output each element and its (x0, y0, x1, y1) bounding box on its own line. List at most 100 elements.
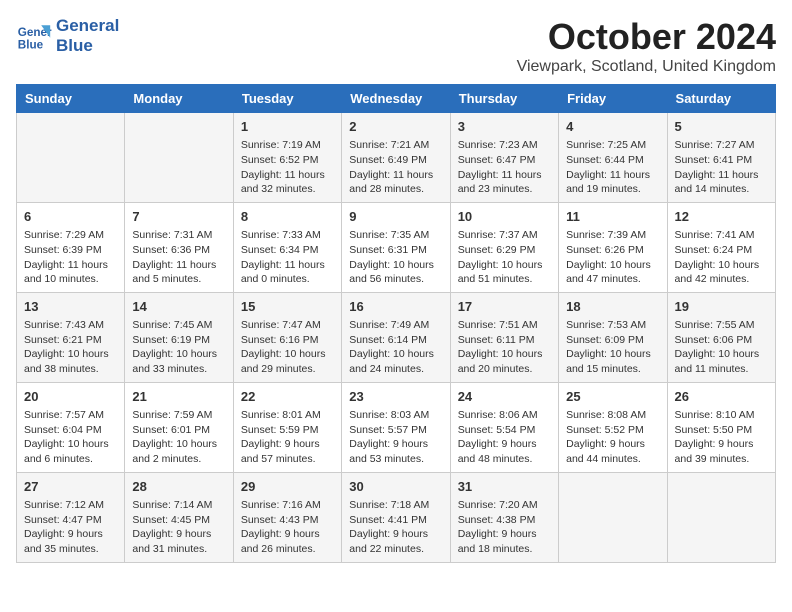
day-content: Sunrise: 7:45 AMSunset: 6:19 PMDaylight:… (132, 318, 225, 377)
day-content: Sunrise: 8:06 AMSunset: 5:54 PMDaylight:… (458, 408, 551, 467)
day-number: 4 (566, 118, 659, 136)
cell-0-5: 4Sunrise: 7:25 AMSunset: 6:44 PMDaylight… (559, 113, 667, 203)
header-sunday: Sunday (17, 85, 125, 113)
day-number: 8 (241, 208, 334, 226)
day-content: Sunrise: 7:18 AMSunset: 4:41 PMDaylight:… (349, 498, 442, 557)
cell-1-1: 7Sunrise: 7:31 AMSunset: 6:36 PMDaylight… (125, 202, 233, 292)
day-content: Sunrise: 7:12 AMSunset: 4:47 PMDaylight:… (24, 498, 117, 557)
calendar-header: SundayMondayTuesdayWednesdayThursdayFrid… (17, 85, 776, 113)
cell-1-3: 9Sunrise: 7:35 AMSunset: 6:31 PMDaylight… (342, 202, 450, 292)
cell-1-0: 6Sunrise: 7:29 AMSunset: 6:39 PMDaylight… (17, 202, 125, 292)
cell-4-3: 30 Sunrise: 7:18 AMSunset: 4:41 PMDayligh… (342, 472, 450, 562)
day-number: 30 (349, 478, 442, 496)
day-content: Sunrise: 8:10 AMSunset: 5:50 PMDaylight:… (675, 408, 768, 467)
cell-1-4: 10 Sunrise: 7:37 AMSunset: 6:29 PMDayligh… (450, 202, 558, 292)
day-content: Sunrise: 7:35 AMSunset: 6:31 PMDaylight:… (349, 228, 442, 287)
svg-text:Blue: Blue (18, 38, 44, 51)
cell-4-5 (559, 472, 667, 562)
day-number: 5 (675, 118, 768, 136)
cell-4-6 (667, 472, 775, 562)
day-content: Sunrise: 8:01 AMSunset: 5:59 PMDaylight:… (241, 408, 334, 467)
day-number: 23 (349, 388, 442, 406)
day-number: 10 (458, 208, 551, 226)
day-content: Sunrise: 7:53 AMSunset: 6:09 PMDaylight:… (566, 318, 659, 377)
day-number: 15 (241, 298, 334, 316)
day-number: 16 (349, 298, 442, 316)
day-number: 11 (566, 208, 659, 226)
cell-1-2: 8 Sunrise: 7:33 AMSunset: 6:34 PMDaylight… (233, 202, 341, 292)
day-number: 21 (132, 388, 225, 406)
cell-4-4: 31Sunrise: 7:20 AMSunset: 4:38 PMDayligh… (450, 472, 558, 562)
logo: General Blue General Blue (16, 16, 119, 55)
cell-2-0: 13Sunrise: 7:43 AMSunset: 6:21 PMDayligh… (17, 292, 125, 382)
day-content: Sunrise: 7:55 AMSunset: 6:06 PMDaylight:… (675, 318, 768, 377)
cell-3-5: 25 Sunrise: 8:08 AMSunset: 5:52 PMDayligh… (559, 382, 667, 472)
cell-4-0: 27 Sunrise: 7:12 AMSunset: 4:47 PMDayligh… (17, 472, 125, 562)
day-content: Sunrise: 7:27 AMSunset: 6:41 PMDaylight:… (675, 138, 768, 197)
day-number: 24 (458, 388, 551, 406)
header-friday: Friday (559, 85, 667, 113)
logo-line2: Blue (56, 36, 119, 56)
page-header: General Blue General Blue October 2024 V… (16, 16, 776, 76)
calendar-table: SundayMondayTuesdayWednesdayThursdayFrid… (16, 84, 776, 563)
header-row: SundayMondayTuesdayWednesdayThursdayFrid… (17, 85, 776, 113)
week-row-2: 6Sunrise: 7:29 AMSunset: 6:39 PMDaylight… (17, 202, 776, 292)
cell-0-1 (125, 113, 233, 203)
day-number: 25 (566, 388, 659, 406)
day-content: Sunrise: 8:08 AMSunset: 5:52 PMDaylight:… (566, 408, 659, 467)
header-wednesday: Wednesday (342, 85, 450, 113)
day-content: Sunrise: 7:37 AMSunset: 6:29 PMDaylight:… (458, 228, 551, 287)
cell-0-6: 5 Sunrise: 7:27 AMSunset: 6:41 PMDaylight… (667, 113, 775, 203)
cell-3-0: 20Sunrise: 7:57 AMSunset: 6:04 PMDayligh… (17, 382, 125, 472)
title-section: October 2024 Viewpark, Scotland, United … (517, 16, 776, 76)
day-content: Sunrise: 7:59 AMSunset: 6:01 PMDaylight:… (132, 408, 225, 467)
cell-3-4: 24 Sunrise: 8:06 AMSunset: 5:54 PMDayligh… (450, 382, 558, 472)
cell-0-4: 3 Sunrise: 7:23 AMSunset: 6:47 PMDaylight… (450, 113, 558, 203)
day-number: 1 (241, 118, 334, 136)
day-content: Sunrise: 7:51 AMSunset: 6:11 PMDaylight:… (458, 318, 551, 377)
day-content: Sunrise: 7:49 AMSunset: 6:14 PMDaylight:… (349, 318, 442, 377)
header-thursday: Thursday (450, 85, 558, 113)
logo-line1: General (56, 16, 119, 36)
cell-4-2: 29Sunrise: 7:16 AMSunset: 4:43 PMDayligh… (233, 472, 341, 562)
day-content: Sunrise: 7:16 AMSunset: 4:43 PMDaylight:… (241, 498, 334, 557)
header-tuesday: Tuesday (233, 85, 341, 113)
cell-4-1: 28 Sunrise: 7:14 AMSunset: 4:45 PMDayligh… (125, 472, 233, 562)
day-number: 31 (458, 478, 551, 496)
day-number: 3 (458, 118, 551, 136)
day-content: Sunrise: 7:19 AMSunset: 6:52 PMDaylight:… (241, 138, 334, 197)
day-content: Sunrise: 7:33 AMSunset: 6:34 PMDaylight:… (241, 228, 334, 287)
header-saturday: Saturday (667, 85, 775, 113)
day-content: Sunrise: 7:14 AMSunset: 4:45 PMDaylight:… (132, 498, 225, 557)
week-row-3: 13Sunrise: 7:43 AMSunset: 6:21 PMDayligh… (17, 292, 776, 382)
cell-2-4: 17 Sunrise: 7:51 AMSunset: 6:11 PMDayligh… (450, 292, 558, 382)
cell-2-1: 14 Sunrise: 7:45 AMSunset: 6:19 PMDayligh… (125, 292, 233, 382)
cell-3-1: 21 Sunrise: 7:59 AMSunset: 6:01 PMDayligh… (125, 382, 233, 472)
day-content: Sunrise: 7:39 AMSunset: 6:26 PMDaylight:… (566, 228, 659, 287)
day-content: Sunrise: 7:57 AMSunset: 6:04 PMDaylight:… (24, 408, 117, 467)
day-content: Sunrise: 7:41 AMSunset: 6:24 PMDaylight:… (675, 228, 768, 287)
day-number: 22 (241, 388, 334, 406)
week-row-4: 20Sunrise: 7:57 AMSunset: 6:04 PMDayligh… (17, 382, 776, 472)
day-number: 17 (458, 298, 551, 316)
calendar-body: 1 Sunrise: 7:19 AMSunset: 6:52 PMDaylight… (17, 113, 776, 563)
day-number: 13 (24, 298, 117, 316)
day-number: 14 (132, 298, 225, 316)
day-content: Sunrise: 7:23 AMSunset: 6:47 PMDaylight:… (458, 138, 551, 197)
day-number: 6 (24, 208, 117, 226)
day-number: 12 (675, 208, 768, 226)
header-monday: Monday (125, 85, 233, 113)
day-number: 27 (24, 478, 117, 496)
day-number: 26 (675, 388, 768, 406)
cell-1-6: 12 Sunrise: 7:41 AMSunset: 6:24 PMDayligh… (667, 202, 775, 292)
day-content: Sunrise: 7:31 AMSunset: 6:36 PMDaylight:… (132, 228, 225, 287)
cell-3-6: 26 Sunrise: 8:10 AMSunset: 5:50 PMDayligh… (667, 382, 775, 472)
cell-3-2: 22 Sunrise: 8:01 AMSunset: 5:59 PMDayligh… (233, 382, 341, 472)
cell-3-3: 23Sunrise: 8:03 AMSunset: 5:57 PMDayligh… (342, 382, 450, 472)
logo-icon: General Blue (16, 18, 52, 54)
subtitle: Viewpark, Scotland, United Kingdom (517, 58, 776, 76)
day-number: 28 (132, 478, 225, 496)
cell-0-2: 1 Sunrise: 7:19 AMSunset: 6:52 PMDaylight… (233, 113, 341, 203)
day-content: Sunrise: 7:47 AMSunset: 6:16 PMDaylight:… (241, 318, 334, 377)
day-number: 19 (675, 298, 768, 316)
